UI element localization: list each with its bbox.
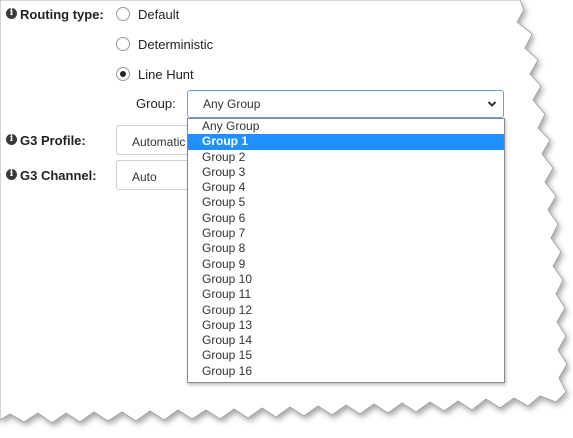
dropdown-option[interactable]: Group 1 (188, 134, 504, 150)
radio-default-label[interactable]: Default (138, 7, 179, 22)
radio-line-hunt[interactable] (116, 67, 130, 81)
g3-profile-select[interactable]: Automatic (116, 125, 190, 155)
dropdown-option[interactable]: Group 8 (188, 241, 504, 256)
dropdown-option[interactable]: Group 5 (188, 195, 504, 210)
radio-default[interactable] (116, 7, 130, 21)
dropdown-option[interactable]: Group 15 (188, 348, 504, 363)
info-icon[interactable]: i (6, 169, 17, 180)
dropdown-option[interactable]: Group 9 (188, 257, 504, 272)
radio-deterministic[interactable] (116, 37, 130, 51)
radio-deterministic-label[interactable]: Deterministic (138, 37, 213, 52)
dropdown-option[interactable]: Group 10 (188, 272, 504, 287)
info-icon[interactable]: i (6, 8, 17, 19)
dropdown-option[interactable]: Group 14 (188, 333, 504, 348)
g3-channel-label: G3 Channel: (20, 168, 97, 183)
g3-channel-input[interactable]: Auto (116, 160, 190, 190)
dropdown-option[interactable]: Group 16 (188, 364, 504, 379)
dropdown-option[interactable]: Group 13 (188, 318, 504, 333)
dropdown-option[interactable]: Group 6 (188, 211, 504, 226)
dropdown-option[interactable]: Group 2 (188, 150, 504, 165)
group-select-value: Any Group (203, 97, 261, 111)
dropdown-option[interactable]: Group 12 (188, 303, 504, 318)
g3-profile-value: Automatic (132, 135, 186, 149)
dropdown-option[interactable]: Group 4 (188, 180, 504, 195)
group-select[interactable]: Any Group (187, 90, 504, 118)
chevron-down-icon (487, 101, 497, 107)
settings-panel: i Routing type: Default Deterministic Li… (0, 0, 573, 438)
routing-type-label: Routing type: (20, 7, 104, 22)
dropdown-option[interactable]: Group 3 (188, 165, 504, 180)
g3-channel-value: Auto (132, 170, 157, 184)
group-label: Group: (136, 96, 176, 111)
dropdown-option[interactable]: Any Group (188, 119, 504, 134)
group-dropdown-list[interactable]: Any Group Group 1 Group 2 Group 3 Group 4 Gro… (187, 118, 505, 383)
dropdown-option[interactable]: Group 7 (188, 226, 504, 241)
radio-line-hunt-label[interactable]: Line Hunt (138, 67, 194, 82)
info-icon[interactable]: i (6, 134, 17, 145)
dropdown-option[interactable]: Group 11 (188, 287, 504, 302)
g3-profile-label: G3 Profile: (20, 133, 86, 148)
